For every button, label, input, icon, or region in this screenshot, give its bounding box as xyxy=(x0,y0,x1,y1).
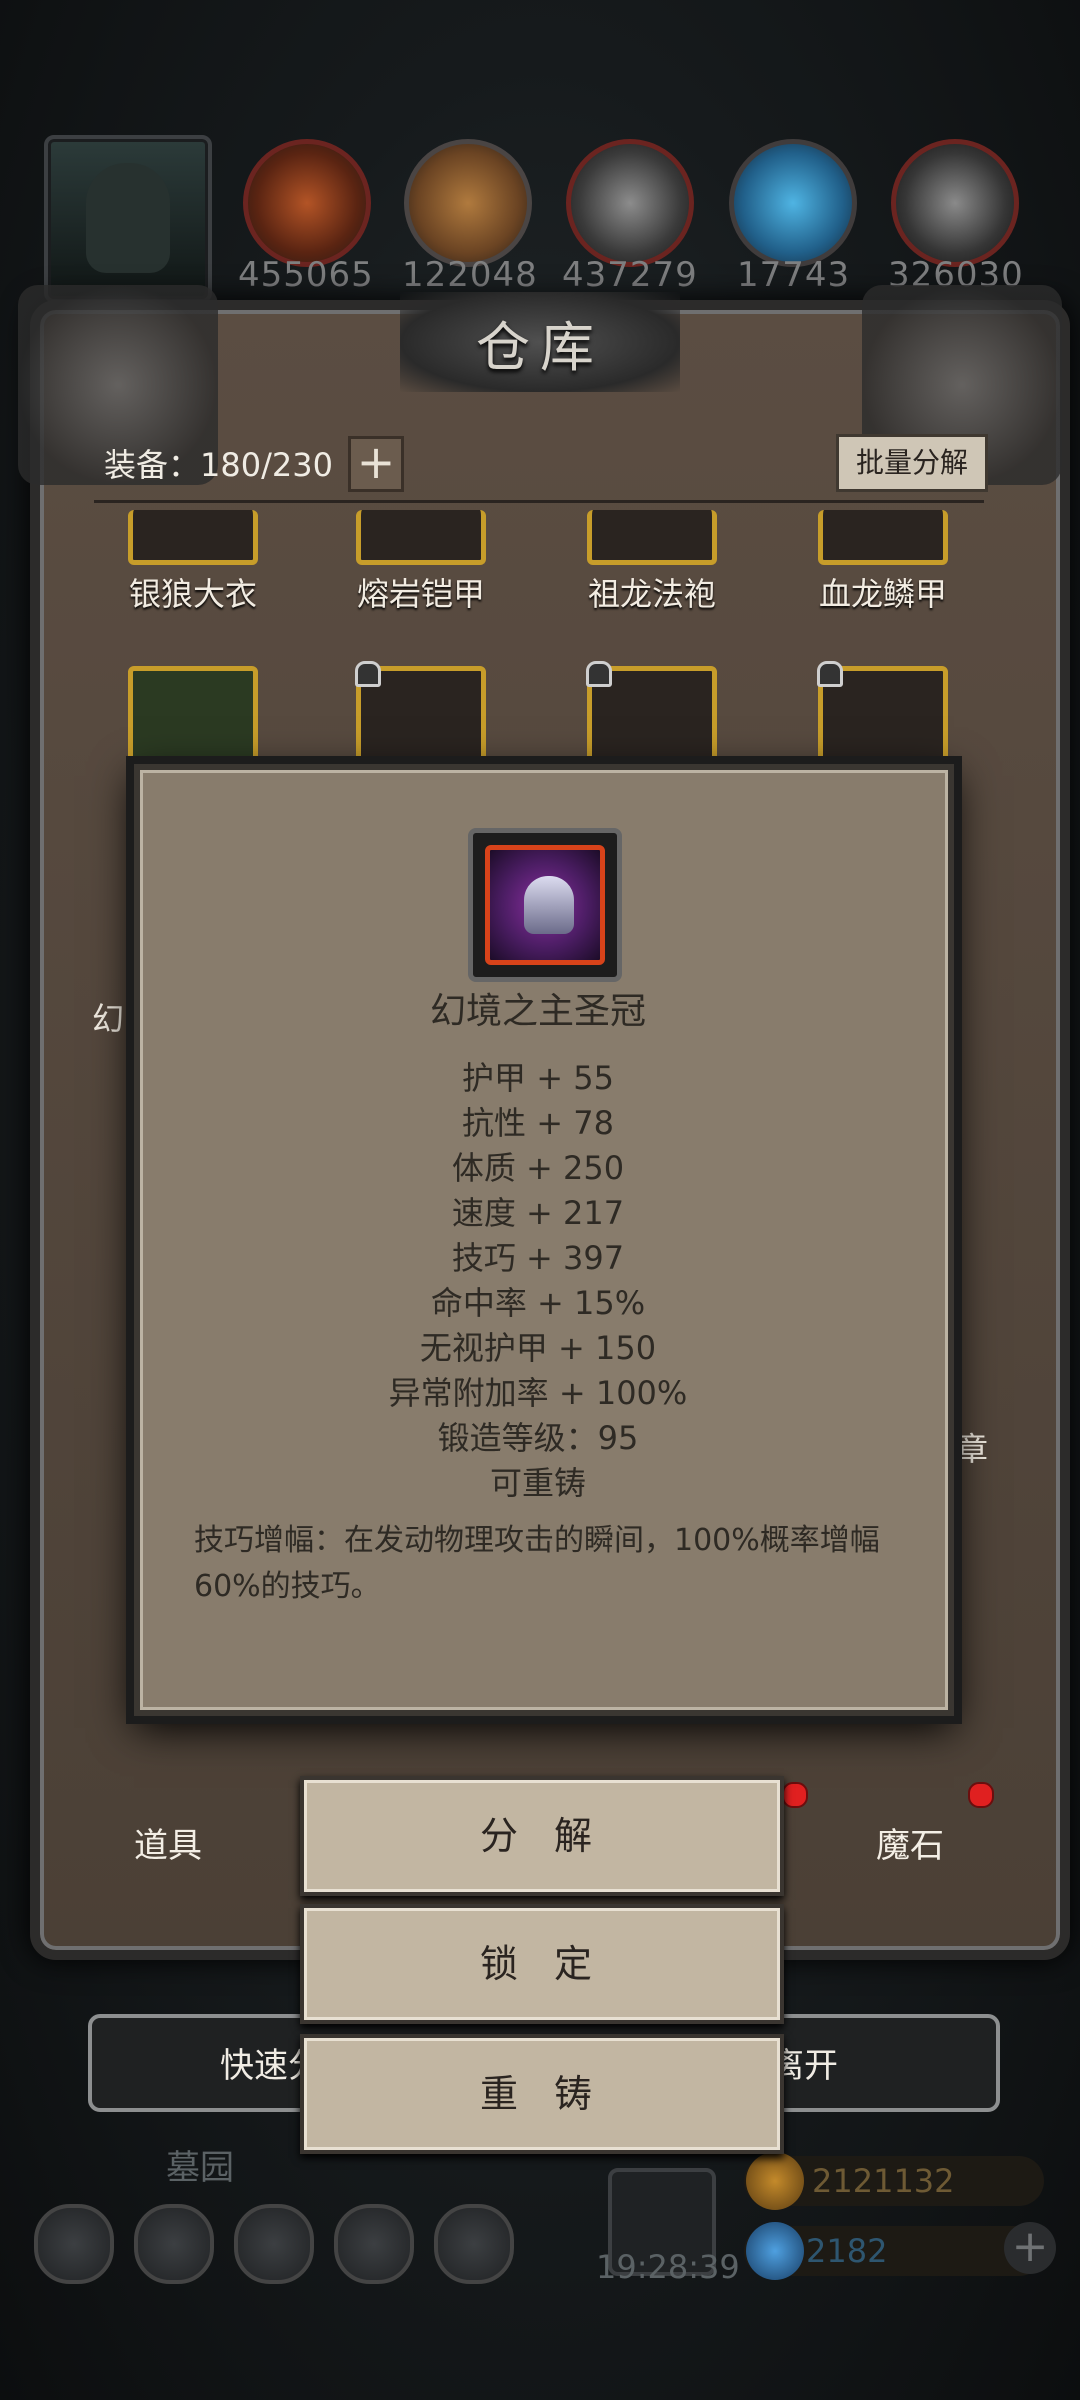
batch-decompose-button[interactable]: 批量分解 xyxy=(836,434,988,492)
settings-icon[interactable] xyxy=(34,2204,114,2284)
stat-hit-rate: 命中率 + 15% xyxy=(430,1284,646,1322)
item-slot[interactable] xyxy=(808,661,958,776)
stat-constitution: 体质 + 250 xyxy=(451,1149,625,1187)
hero-avatar xyxy=(86,163,170,273)
item-icon xyxy=(817,661,948,776)
resource-bar: 455065 122048 437279 17743 326030 xyxy=(0,135,1080,305)
item-ancestor-dragon-robe[interactable]: 祖龙法袍 xyxy=(577,510,727,615)
ore-icon xyxy=(243,139,371,267)
stat-recastable: 可重铸 xyxy=(489,1464,586,1502)
item-icon xyxy=(356,510,486,565)
item-slot[interactable] xyxy=(346,661,496,776)
wood-icon xyxy=(404,139,532,267)
stat-status-rate: 异常附加率 + 100% xyxy=(388,1374,688,1412)
steel-icon xyxy=(891,139,1019,267)
crystal-icon xyxy=(729,139,857,267)
item-blood-dragon-scale-armor[interactable]: 血龙鳞甲 xyxy=(808,510,958,615)
item-icon xyxy=(586,661,717,776)
gold-icon xyxy=(746,2152,804,2210)
iron-icon xyxy=(566,139,694,267)
item-lava-armor[interactable]: 熔岩铠甲 xyxy=(346,510,496,615)
skill-icon[interactable] xyxy=(234,2204,314,2284)
recast-button[interactable]: 重 铸 xyxy=(300,2034,784,2154)
item-name-fragment: 章 xyxy=(956,1430,989,1468)
iron-count: 437279 xyxy=(562,255,698,295)
item-stats: 护甲 + 55 抗性 + 78 体质 + 250 速度 + 217 技巧 + 3… xyxy=(134,1056,942,1506)
map-icon[interactable] xyxy=(434,2204,514,2284)
crystal-count: 17743 xyxy=(737,255,851,295)
area-name: 墓园 xyxy=(166,2148,234,2188)
lock-icon xyxy=(586,661,612,687)
notification-dot xyxy=(782,1782,808,1808)
stat-resistance: 抗性 + 78 xyxy=(462,1104,614,1142)
item-name: 祖龙法袍 xyxy=(587,575,716,613)
divider xyxy=(94,500,984,503)
tab-items[interactable]: 道具 xyxy=(134,1818,202,1867)
item-icon xyxy=(128,666,258,776)
equipment-count: 装备：180/230 xyxy=(104,446,333,484)
expand-capacity-button[interactable]: + xyxy=(348,436,404,492)
lock-icon xyxy=(817,661,843,687)
warehouse-title: 仓库 xyxy=(400,292,680,392)
item-icon xyxy=(128,510,258,565)
lock-icon xyxy=(355,661,381,687)
mail-icon[interactable] xyxy=(334,2204,414,2284)
item-slot[interactable] xyxy=(118,666,268,776)
item-slot[interactable] xyxy=(577,661,727,776)
item-name: 血龙鳞甲 xyxy=(818,575,947,613)
tab-magic-stone[interactable]: 魔石 xyxy=(876,1818,944,1867)
add-currency-button[interactable]: + xyxy=(1004,2222,1056,2274)
stat-armor: 护甲 + 55 xyxy=(462,1059,614,1097)
hero-portrait[interactable] xyxy=(44,135,212,303)
item-name: 银狼大衣 xyxy=(128,575,257,613)
stat-speed: 速度 + 217 xyxy=(451,1194,625,1232)
item-name: 熔岩铠甲 xyxy=(356,575,485,613)
item-icon xyxy=(818,510,948,565)
crown-icon xyxy=(485,845,605,965)
item-title: 幻境之主圣冠 xyxy=(429,991,646,1032)
wood-count: 122048 xyxy=(402,255,538,295)
gem-amount: 2182 xyxy=(806,2232,888,2270)
achievement-icon[interactable] xyxy=(134,2204,214,2284)
decompose-button[interactable]: 分 解 xyxy=(300,1776,784,1896)
clock: 19:28:39 xyxy=(596,2248,740,2286)
lock-button[interactable]: 锁 定 xyxy=(300,1904,784,2024)
stat-ignore-armor: 无视护甲 + 150 xyxy=(419,1329,657,1367)
item-silver-wolf-coat[interactable]: 银狼大衣 xyxy=(118,510,268,615)
item-preview xyxy=(468,828,622,982)
stat-forge-level: 锻造等级：95 xyxy=(437,1419,639,1457)
item-icon xyxy=(587,510,717,565)
stat-skill: 技巧 + 397 xyxy=(451,1239,625,1277)
notification-dot xyxy=(968,1782,994,1808)
gold-amount: 2121132 xyxy=(812,2162,955,2200)
ore-count: 455065 xyxy=(238,255,374,295)
item-name-fragment: 幻 xyxy=(92,1000,125,1038)
item-icon xyxy=(355,661,486,776)
skill-description: 技巧增幅：在发动物理攻击的瞬间，100%概率增幅60%的技巧。 xyxy=(194,1523,880,1604)
helm-shape xyxy=(524,876,574,934)
gem-icon xyxy=(746,2222,804,2280)
